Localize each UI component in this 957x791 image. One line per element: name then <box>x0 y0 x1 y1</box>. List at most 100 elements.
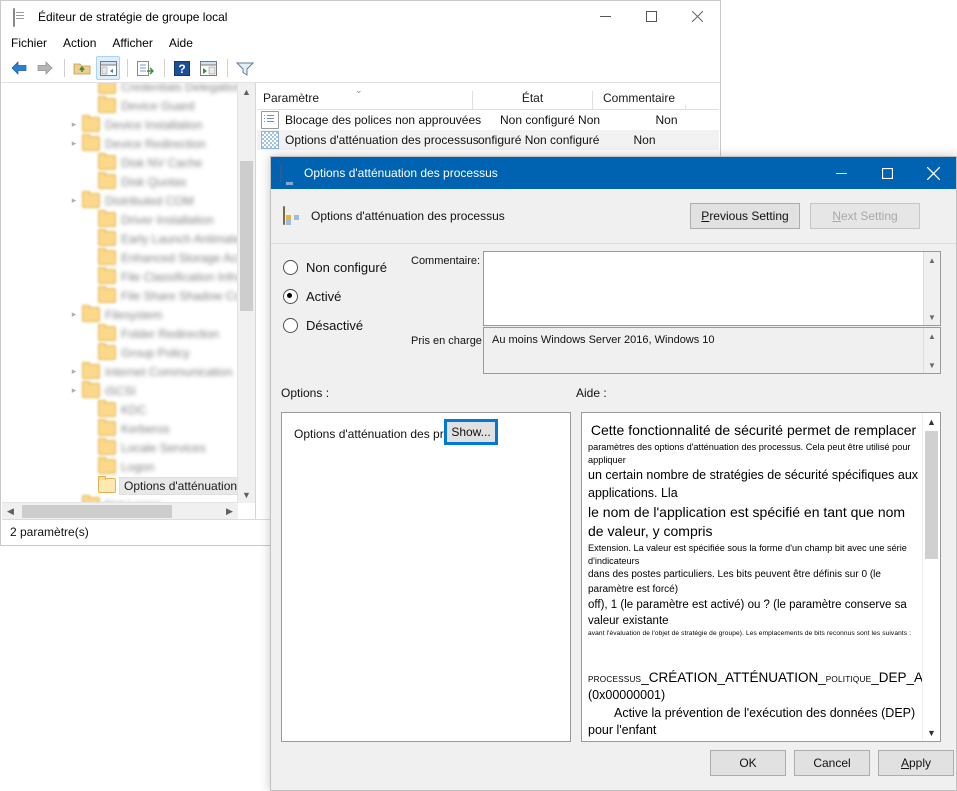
tree-item[interactable]: Driver Installation <box>2 210 238 229</box>
comment-scrollbar[interactable]: ▲ ▼ <box>923 252 940 325</box>
tree-hscroll-thumb[interactable] <box>22 505 172 518</box>
cancel-button[interactable]: Cancel <box>794 750 870 776</box>
main-window-controls <box>582 1 720 32</box>
dialog-titlebar: Options d'atténuation des processus <box>271 157 956 189</box>
options-section-label: Options : <box>281 386 330 400</box>
tree-item[interactable]: Group Policy <box>2 343 238 362</box>
table-row[interactable]: Blocage des polices non approuvées Non c… <box>257 110 719 130</box>
help-const1-c: POLITIQUE <box>825 674 872 684</box>
tree-item[interactable]: File Classification Infrastructure <box>2 267 238 286</box>
radio-non-configure[interactable]: Non configuré <box>283 253 413 282</box>
tree-item[interactable]: File Share Shadow Copy Provider <box>2 286 238 305</box>
tree-item[interactable]: Logon <box>2 457 238 476</box>
show-hide-tree-icon[interactable] <box>96 56 120 80</box>
tree-item[interactable]: Folder Redirection <box>2 324 238 343</box>
tree-scroll-thumb[interactable] <box>240 161 253 311</box>
scroll-up-icon[interactable]: ▲ <box>238 83 255 100</box>
dialog-maximize-button[interactable] <box>864 157 910 189</box>
next-setting-button[interactable]: Next Setting <box>810 203 920 229</box>
scroll-right-icon[interactable]: ▶ <box>221 503 238 520</box>
tree-item[interactable]: Locale Services <box>2 438 238 457</box>
tree-expander[interactable]: ▸ <box>66 309 82 320</box>
help-section-label: Aide : <box>576 386 607 400</box>
tree-item[interactable]: ▸ Internet Communication <box>2 362 238 381</box>
tree-item[interactable]: ▸ Filesystem <box>2 305 238 324</box>
column-header-extra[interactable] <box>685 105 719 109</box>
previous-setting-button[interactable]: Previous Setting <box>690 203 800 229</box>
tree-vertical-scrollbar[interactable]: ▲ ▼ <box>237 83 255 503</box>
help-scrollbar[interactable]: ▲ ▼ <box>922 413 940 741</box>
folder-icon <box>98 153 116 170</box>
comment-input[interactable]: ▲ ▼ <box>483 251 941 326</box>
tree-item[interactable]: KDC <box>2 400 238 419</box>
dialog-close-button[interactable] <box>910 157 956 189</box>
supported-scrollbar[interactable]: ▲ ▼ <box>923 328 940 373</box>
tree-item[interactable]: Early Launch Antimalware <box>2 229 238 248</box>
column-header-etat[interactable]: État <box>472 91 592 109</box>
tree-item[interactable]: Enhanced Storage Access <box>2 248 238 267</box>
tree-item[interactable]: Device Guard <box>2 96 238 115</box>
export-list-icon[interactable] <box>133 56 157 80</box>
scroll-down-icon[interactable]: ▼ <box>238 486 255 503</box>
run-icon[interactable] <box>196 56 220 80</box>
menu-item-afficher[interactable]: Afficher <box>112 36 152 50</box>
folder-icon <box>98 210 116 227</box>
minimize-button[interactable] <box>582 1 628 32</box>
folder-icon <box>98 343 116 360</box>
table-row-selected[interactable]: Options d'atténuation des processus onfi… <box>257 130 719 150</box>
tree-item[interactable]: ▸ Distributed COM <box>2 191 238 210</box>
tree-horizontal-scrollbar[interactable]: ◀ ▶ <box>2 502 238 520</box>
back-arrow-icon[interactable] <box>7 56 31 80</box>
menu-item-action[interactable]: Action <box>63 36 96 50</box>
ok-button[interactable]: OK <box>710 750 786 776</box>
tree-expander[interactable]: ▸ <box>66 385 82 396</box>
menu-item-fichier[interactable]: Fichier <box>11 36 47 50</box>
apply-button-rest: pply <box>909 756 932 770</box>
radio-button-selected[interactable] <box>283 289 298 304</box>
dialog-minimize-button[interactable] <box>818 157 864 189</box>
show-button[interactable]: Show... <box>444 419 498 445</box>
tree-item[interactable]: ▸ iSCSI <box>2 381 238 400</box>
help-icon[interactable]: ? <box>170 56 194 80</box>
menu-item-aide[interactable]: Aide <box>169 36 193 50</box>
tree-item-options-attenuation[interactable]: Options d'atténuation <box>2 476 238 495</box>
scroll-down-icon[interactable]: ▼ <box>924 309 940 325</box>
policy-tree-pane[interactable]: Credentials Delegation Device Guard ▸ De… <box>2 83 256 520</box>
tree-expander[interactable]: ▸ <box>66 195 82 206</box>
tree-item[interactable]: Disk NV Cache <box>2 153 238 172</box>
maximize-button[interactable] <box>628 1 674 32</box>
column-header-commentaire[interactable]: Commentaire <box>592 91 685 109</box>
previous-setting-rest: revious Setting <box>709 209 789 223</box>
tree-expander[interactable]: ▸ <box>66 119 82 130</box>
column-header-parametre[interactable]: Paramètre ⌄ <box>257 85 472 109</box>
scroll-left-icon[interactable]: ◀ <box>2 503 19 520</box>
tree-item[interactable]: Kerberos <box>2 419 238 438</box>
tree-item-label: Group Policy <box>121 345 190 360</box>
tree-expander[interactable]: ▸ <box>66 366 82 377</box>
scroll-up-icon[interactable]: ▲ <box>924 328 940 344</box>
comment-label: Commentaire: <box>411 255 481 267</box>
scroll-up-icon[interactable]: ▲ <box>924 252 940 268</box>
forward-arrow-icon[interactable] <box>33 56 57 80</box>
radio-active[interactable]: Activé <box>283 282 413 311</box>
radio-button[interactable] <box>283 260 298 275</box>
column-header-label: Commentaire <box>602 91 676 105</box>
filter-icon[interactable] <box>233 56 257 80</box>
close-button[interactable] <box>674 1 720 32</box>
toolbar-separator-2 <box>127 59 128 77</box>
tree-expander[interactable]: ▸ <box>66 138 82 149</box>
help-scroll-thumb[interactable] <box>925 431 938 559</box>
tree-item[interactable]: ▸ Device Redirection <box>2 134 238 153</box>
scroll-down-icon[interactable]: ▼ <box>924 357 940 373</box>
tree-item[interactable]: Disk Quotas <box>2 172 238 191</box>
up-folder-icon[interactable] <box>70 56 94 80</box>
apply-button[interactable]: Apply <box>878 750 954 776</box>
radio-desactive[interactable]: Désactivé <box>283 311 413 340</box>
scroll-down-icon[interactable]: ▼ <box>923 724 940 741</box>
tree-item[interactable]: Credentials Delegation <box>2 83 238 96</box>
show-button-label: Show... <box>451 425 491 439</box>
radio-button[interactable] <box>283 318 298 333</box>
scroll-up-icon[interactable]: ▲ <box>923 413 940 430</box>
tree-item[interactable]: ▸ Device Installation <box>2 115 238 134</box>
supported-on-value-box: Au moins Windows Server 2016, Windows 10… <box>483 327 941 374</box>
